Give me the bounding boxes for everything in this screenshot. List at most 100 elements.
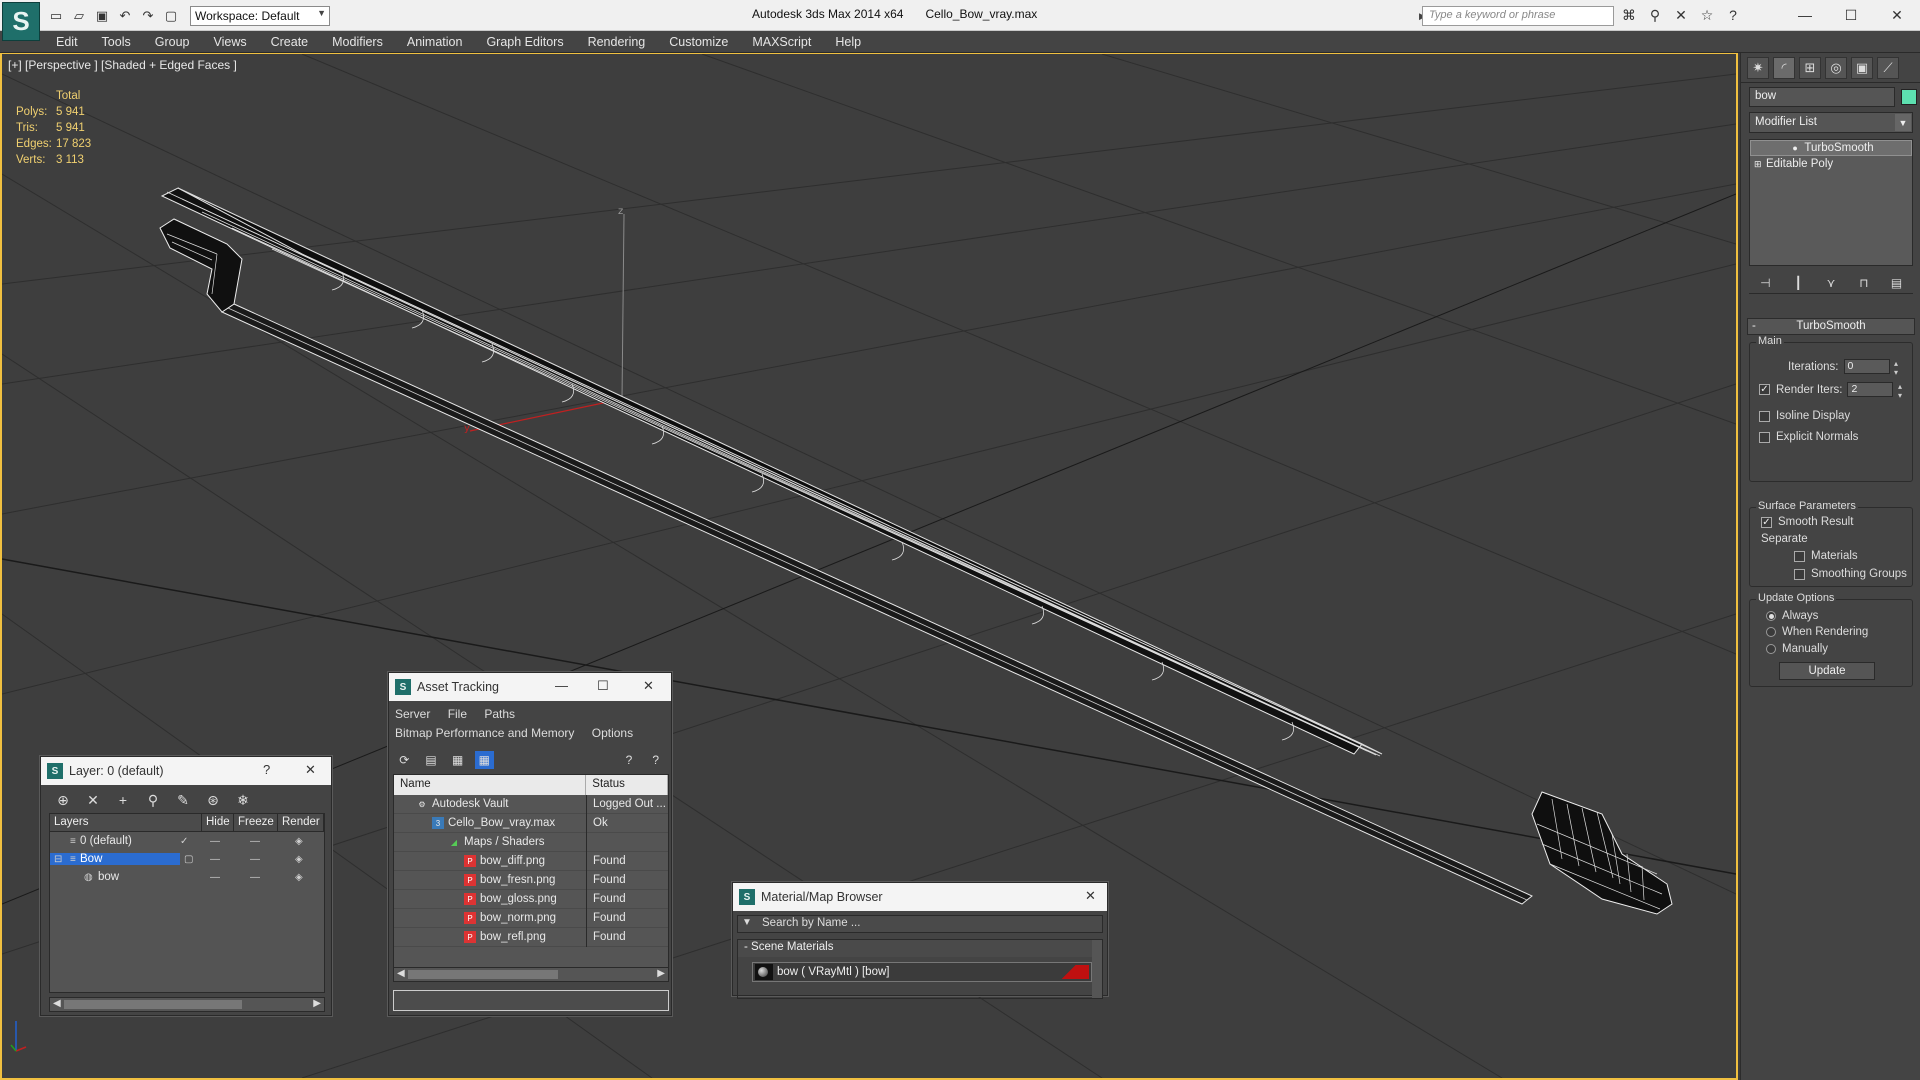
refresh-icon[interactable]: ⟳ <box>395 751 414 769</box>
modify-tab-icon[interactable]: ◜ <box>1773 57 1795 79</box>
iterations-spinner[interactable]: 0 <box>1843 359 1901 377</box>
hide-toggle[interactable]: — <box>210 836 220 847</box>
render-iters-checkbox[interactable]: ✓ <box>1759 384 1770 395</box>
help-button[interactable]: ? <box>263 762 270 777</box>
freeze-toggle[interactable]: — <box>250 836 260 847</box>
scroll-thumb[interactable] <box>64 1000 242 1009</box>
select-objects-icon[interactable]: ⚲ <box>143 791 163 809</box>
keyword-search-input[interactable]: Type a keyword or phrase <box>1422 6 1614 26</box>
always-radio[interactable] <box>1766 611 1776 621</box>
manually-radio[interactable] <box>1766 644 1776 654</box>
menu-graph-editors[interactable]: Graph Editors <box>486 35 563 49</box>
asset-row[interactable]: Pbow_diff.png Found <box>394 851 668 871</box>
freeze-all-icon[interactable]: ❄ <box>233 791 253 809</box>
expand-plus-icon[interactable]: ⊞ <box>1754 159 1766 170</box>
asset-horizontal-scrollbar[interactable]: ◀ ▶ <box>393 967 669 982</box>
asset-row[interactable]: ⚙ Autodesk Vault Logged Out ... <box>394 794 668 814</box>
expand-minus-icon[interactable]: ⊟ <box>54 854 62 865</box>
material-vertical-scrollbar[interactable] <box>1092 940 1102 998</box>
menu-paths[interactable]: Paths <box>484 707 515 721</box>
asset-row[interactable]: Pbow_fresn.png Found <box>394 870 668 890</box>
menu-bitmap-performance[interactable]: Bitmap Performance and Memory <box>395 726 574 740</box>
col-status[interactable]: Status <box>586 775 668 795</box>
menu-views[interactable]: Views <box>213 35 246 49</box>
col-freeze[interactable]: Freeze <box>234 814 278 831</box>
table-view-icon[interactable]: ▦ <box>475 751 494 769</box>
render-toggle-icon[interactable]: ◈ <box>295 872 303 883</box>
layer-row-default[interactable]: ≡ 0 (default) ✓ — — ◈ <box>50 832 324 850</box>
menu-modifiers[interactable]: Modifiers <box>332 35 383 49</box>
menu-help[interactable]: Help <box>835 35 861 49</box>
display-tab-icon[interactable]: ▣ <box>1851 57 1873 79</box>
render-iters-spinner[interactable]: 2 <box>1847 382 1904 400</box>
render-toggle-icon[interactable]: ◈ <box>295 854 303 865</box>
modifier-list-dropdown[interactable]: Modifier List ▼ <box>1749 112 1913 133</box>
project-folder-icon[interactable]: ▢ <box>161 6 181 26</box>
menu-rendering[interactable]: Rendering <box>588 35 646 49</box>
key-icon[interactable]: ⚲ <box>1646 6 1664 24</box>
hide-toggle[interactable]: — <box>210 872 220 883</box>
menu-file[interactable]: File <box>448 707 467 721</box>
scroll-right-icon[interactable]: ▶ <box>313 998 321 1009</box>
close-icon[interactable]: ✕ <box>1874 0 1920 30</box>
vault-help-icon[interactable]: ? <box>620 751 639 769</box>
stack-item-turbosmooth[interactable]: ● TurboSmooth <box>1750 140 1912 156</box>
open-file-icon[interactable]: ▱ <box>69 6 89 26</box>
object-name-field[interactable]: bow <box>1749 87 1895 107</box>
material-search-input[interactable]: ▼ Search by Name ... <box>737 915 1103 933</box>
close-icon[interactable]: ✕ <box>305 762 316 778</box>
utilities-tab-icon[interactable]: ⟋ <box>1877 57 1899 79</box>
highlight-layer-icon[interactable]: ✎ <box>173 791 193 809</box>
asset-row[interactable]: Pbow_norm.png Found <box>394 908 668 928</box>
create-layer-icon[interactable]: ⊕ <box>53 791 73 809</box>
workspace-dropdown[interactable]: Workspace: Default ▼ <box>190 6 330 26</box>
material-dialog-titlebar[interactable]: S Material/Map Browser ✕ <box>733 883 1107 911</box>
layer-horizontal-scrollbar[interactable]: ◀ ▶ <box>49 997 325 1012</box>
cello-bow-model[interactable] <box>159 187 1673 915</box>
remove-modifier-icon[interactable]: ⊓ <box>1855 274 1873 292</box>
minimize-icon[interactable]: — <box>555 678 568 693</box>
help-icon[interactable]: ? <box>1724 6 1742 24</box>
smoothing-groups-checkbox[interactable] <box>1794 568 1805 580</box>
asset-path-field[interactable] <box>393 990 669 1011</box>
create-tab-icon[interactable]: ✷ <box>1747 57 1769 79</box>
hide-toggle[interactable]: — <box>210 854 220 865</box>
update-button[interactable]: Update <box>1779 662 1875 680</box>
favorites-star-icon[interactable]: ☆ <box>1698 6 1716 24</box>
light-bulb-icon[interactable]: ● <box>1792 143 1804 153</box>
list-view-icon[interactable]: ▤ <box>422 751 441 769</box>
checkmark-icon[interactable]: ✓ <box>180 836 188 847</box>
scroll-right-icon[interactable]: ▶ <box>657 968 665 979</box>
when-rendering-radio[interactable] <box>1766 627 1776 637</box>
scroll-left-icon[interactable]: ◀ <box>397 968 405 979</box>
tree-view-icon[interactable]: ▦ <box>448 751 467 769</box>
menu-edit[interactable]: Edit <box>56 35 78 49</box>
menu-server[interactable]: Server <box>395 707 430 721</box>
minimize-icon[interactable]: — <box>1782 0 1828 30</box>
asset-row[interactable]: Pbow_refl.png Found <box>394 927 668 947</box>
close-icon[interactable]: ✕ <box>643 678 654 694</box>
show-end-result-icon[interactable]: ┃ <box>1789 274 1807 292</box>
explicit-normals-checkbox[interactable] <box>1759 431 1770 443</box>
pin-stack-icon[interactable]: ⊣ <box>1756 274 1774 292</box>
communication-icon[interactable]: ✕ <box>1672 6 1690 24</box>
stack-item-editable-poly[interactable]: ⊞ Editable Poly <box>1750 156 1912 172</box>
col-hide[interactable]: Hide <box>202 814 234 831</box>
undo-icon[interactable]: ↶ <box>115 6 135 26</box>
menu-create[interactable]: Create <box>271 35 309 49</box>
layer-row-bow[interactable]: ⊟ ≡ Bow ▢ — — ◈ <box>50 850 324 868</box>
save-icon[interactable]: ▣ <box>92 6 112 26</box>
render-toggle-icon[interactable]: ◈ <box>295 836 303 847</box>
menu-animation[interactable]: Animation <box>407 35 463 49</box>
menu-maxscript[interactable]: MAXScript <box>752 35 811 49</box>
asset-row[interactable]: 3 Cello_Bow_vray.max Ok <box>394 813 668 833</box>
col-layers[interactable]: Layers <box>50 814 202 831</box>
smooth-result-checkbox[interactable]: ✓ <box>1761 516 1772 528</box>
new-file-icon[interactable]: ▭ <box>46 6 66 26</box>
turbosmooth-rollout-header[interactable]: - TurboSmooth <box>1747 318 1915 335</box>
col-render[interactable]: Render <box>278 814 324 831</box>
current-layer-box[interactable]: ▢ <box>184 854 193 865</box>
redo-icon[interactable]: ↷ <box>138 6 158 26</box>
col-name[interactable]: Name <box>394 775 587 795</box>
make-unique-icon[interactable]: ⋎ <box>1822 274 1840 292</box>
